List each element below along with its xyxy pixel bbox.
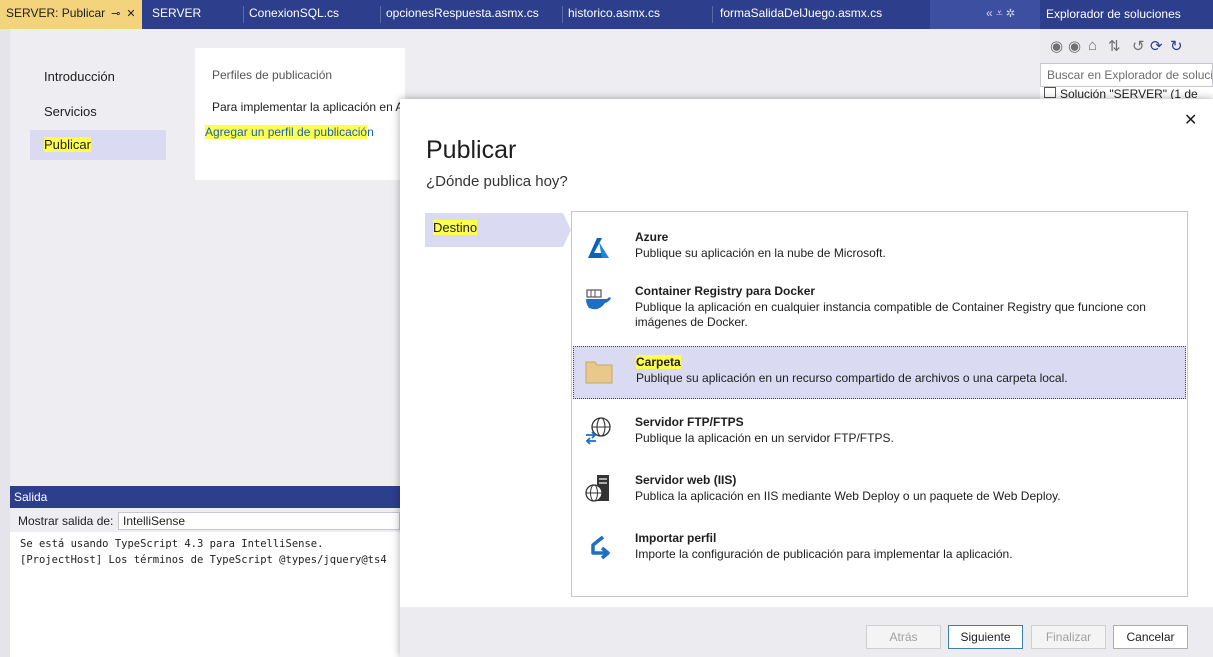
profiles-text: Para implementar la aplicación en A xyxy=(212,100,404,114)
option-ftp[interactable]: Servidor FTP/FTPS Publique la aplicación… xyxy=(573,407,1186,459)
tab-historico[interactable]: historico.asmx.cs xyxy=(568,0,660,29)
tab-server-publicar[interactable]: SERVER: Publicar ⊸ ✕ xyxy=(0,0,142,29)
solution-search-input[interactable]: Buscar en Explorador de solucio xyxy=(1040,63,1213,87)
solution-explorer-title: Explorador de soluciones xyxy=(1040,0,1213,29)
output-line: Se está usando TypeScript 4.3 para Intel… xyxy=(20,538,324,550)
profiles-title: Perfiles de publicación xyxy=(212,68,333,82)
output-text: Se está usando TypeScript 4.3 para Intel… xyxy=(10,532,400,657)
solution-icon xyxy=(1044,87,1056,98)
tab-conexionsql[interactable]: ConexionSQL.cs xyxy=(249,0,339,29)
option-name: Carpeta xyxy=(636,355,681,369)
tab-label: opcionesRespuesta.asmx.cs xyxy=(386,6,539,20)
close-icon[interactable]: ✕ xyxy=(1184,110,1197,130)
next-button[interactable]: Siguiente xyxy=(948,625,1023,649)
ftp-globe-icon xyxy=(585,417,611,445)
home-icon[interactable]: ⌂ xyxy=(1088,37,1097,54)
step-destino[interactable]: Destino xyxy=(425,213,563,247)
link-text: Agregar un perfil de publicació xyxy=(205,125,368,139)
option-desc: Publique su aplicación en la nube de Mic… xyxy=(635,246,886,260)
back-icon[interactable]: ◉ xyxy=(1050,37,1063,55)
step-arrow xyxy=(563,213,571,247)
dialog-subtitle: ¿Dónde publica hoy? xyxy=(426,173,568,190)
pin-icon[interactable]: ⊸ xyxy=(111,8,120,20)
link-text-tail: n xyxy=(367,125,374,139)
tab-dropdown-icon[interactable]: ⩡ xyxy=(996,6,1003,20)
nav-publicar[interactable]: Publicar xyxy=(30,130,166,160)
tab-divider xyxy=(712,6,713,23)
azure-icon xyxy=(588,238,609,258)
sync-icon[interactable]: ⇅ xyxy=(1108,37,1121,55)
tab-server[interactable]: SERVER xyxy=(152,0,201,29)
tab-label: SERVER xyxy=(152,6,202,20)
tab-opcionesrespuesta[interactable]: opcionesRespuesta.asmx.cs xyxy=(386,0,539,29)
option-desc: Importe la configuración de publicación … xyxy=(635,547,1013,561)
option-desc: Publique su aplicación en un recurso com… xyxy=(636,371,1068,385)
option-importar-perfil[interactable]: Importar perfil Importe la configuración… xyxy=(573,523,1186,575)
option-iis[interactable]: Servidor web (IIS) Publica la aplicación… xyxy=(573,465,1186,517)
option-desc: Publique la aplicación en un servidor FT… xyxy=(635,431,894,445)
left-gutter xyxy=(0,29,10,657)
output-source-select[interactable]: IntelliSense xyxy=(118,512,400,530)
cancel-button[interactable]: Cancelar xyxy=(1113,625,1188,649)
finish-button[interactable]: Finalizar xyxy=(1031,625,1106,649)
tab-label: historico.asmx.cs xyxy=(568,6,661,20)
output-title: Salida xyxy=(10,486,400,508)
nav-label: Publicar xyxy=(44,137,91,152)
close-icon[interactable]: ✕ xyxy=(126,8,135,20)
target-options-list: Azure Publique su aplicación en la nube … xyxy=(571,211,1188,597)
import-arrow-icon xyxy=(591,535,610,560)
nav-servicios-conectados[interactable]: Servicios conectados xyxy=(30,97,166,149)
history-icon[interactable]: ↺ xyxy=(1132,37,1145,55)
tab-label: ConexionSQL.cs xyxy=(249,6,340,20)
back-button[interactable]: Atrás xyxy=(866,625,941,649)
option-name: Servidor FTP/FTPS xyxy=(635,415,744,429)
tab-formasalidadeljuego[interactable]: formaSalidaDelJuego.asmx.cs xyxy=(720,0,882,29)
option-name: Importar perfil xyxy=(635,531,717,545)
option-name: Azure xyxy=(635,230,669,244)
tab-divider xyxy=(380,6,381,23)
gear-icon[interactable]: ✲ xyxy=(1006,6,1015,20)
refresh-all-icon[interactable]: ↻ xyxy=(1170,37,1183,55)
web-server-icon xyxy=(585,475,609,502)
option-docker[interactable]: Container Registry para Docker Publique … xyxy=(573,276,1186,342)
forward-icon[interactable]: ◉ xyxy=(1068,37,1081,55)
chevron-left-icon[interactable]: « xyxy=(986,6,993,20)
option-desc: Publica la aplicación en IIS mediante We… xyxy=(635,489,1061,503)
tab-divider xyxy=(243,6,244,23)
refresh-icon[interactable]: ⟳ xyxy=(1150,37,1163,55)
tab-label: formaSalidaDelJuego.asmx.cs xyxy=(720,6,883,20)
tab-divider xyxy=(562,6,563,23)
tab-controls: « ⩡ ✲ xyxy=(930,0,1040,29)
solution-explorer-toolbar: ◉ ◉ ⌂ ⇅ ↺ ⟳ ↻ xyxy=(1040,29,1213,63)
output-line: [ProjectHost] Los términos de TypeScript… xyxy=(20,554,387,566)
option-name-text: Carpeta xyxy=(636,355,681,369)
dialog-title: Publicar xyxy=(426,136,517,164)
nav-introduccion[interactable]: Introducción xyxy=(30,62,166,92)
document-tab-bar: SERVER: Publicar ⊸ ✕ SERVER ConexionSQL.cs… xyxy=(0,0,1040,29)
folder-icon xyxy=(585,361,613,384)
add-profile-link[interactable]: Agregar un perfil de publicación xyxy=(205,125,374,139)
option-carpeta[interactable]: Carpeta Publique su aplicación en un rec… xyxy=(573,346,1186,399)
nav-label: Introducción xyxy=(44,69,115,84)
option-desc: Publique la aplicación en cualquier inst… xyxy=(635,300,1146,329)
option-name: Servidor web (IIS) xyxy=(635,473,737,487)
option-azure[interactable]: Azure Publique su aplicación en la nube … xyxy=(573,222,1186,274)
docker-icon xyxy=(586,289,611,310)
tab-label: SERVER: Publicar xyxy=(6,6,106,20)
option-name: Container Registry para Docker xyxy=(635,284,816,298)
step-label: Destino xyxy=(433,220,478,235)
